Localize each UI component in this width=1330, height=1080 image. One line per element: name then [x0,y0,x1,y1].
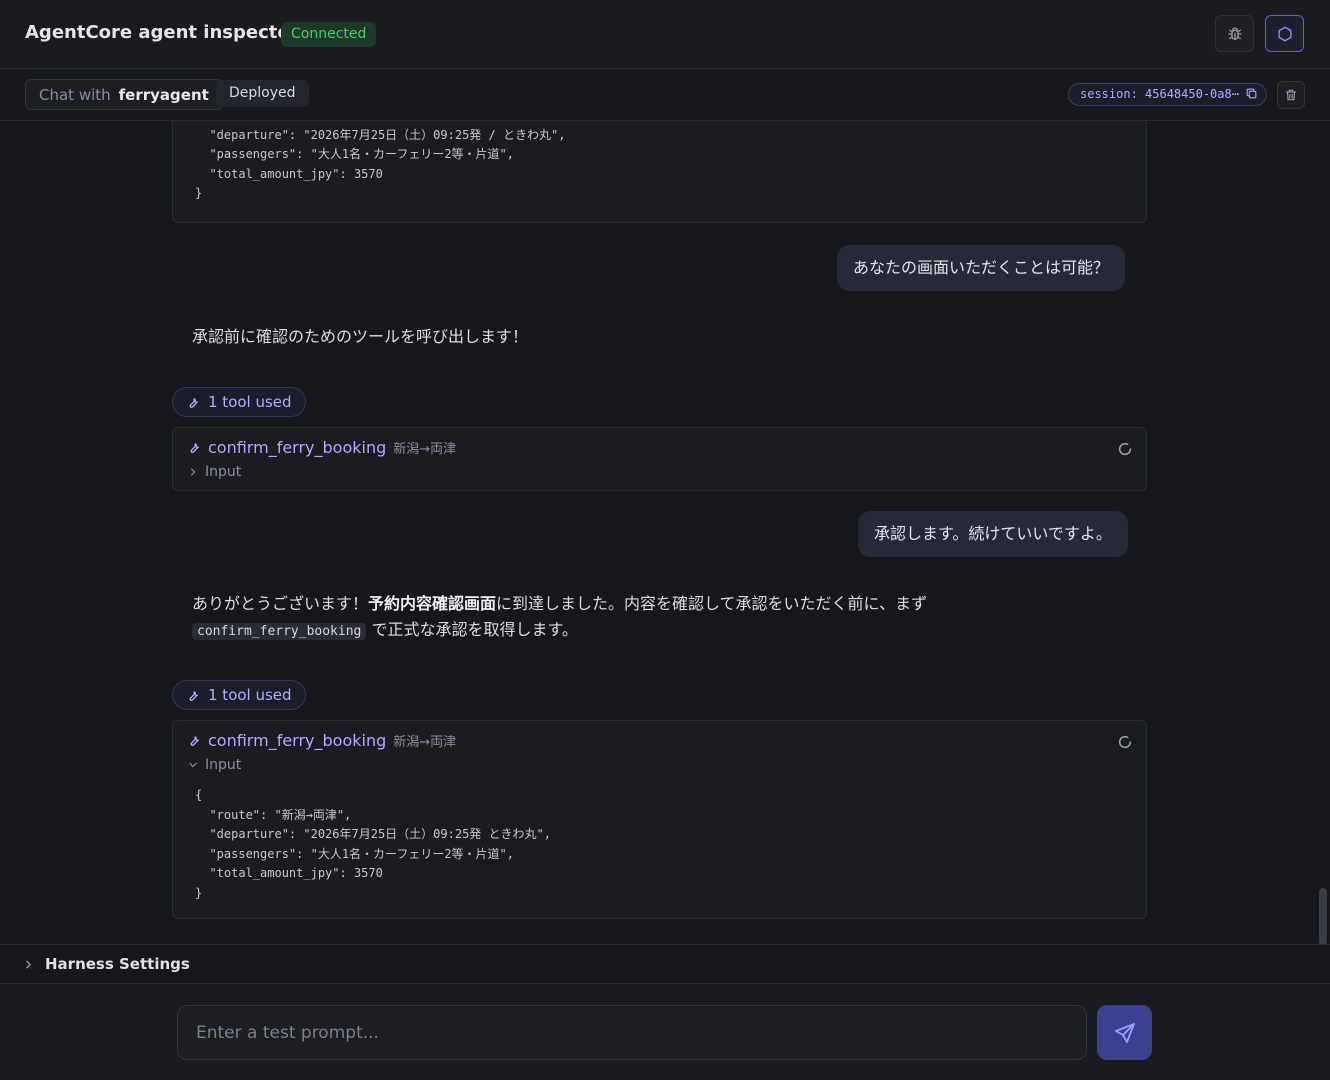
tools-used-label: 1 tool used [208,393,292,411]
clear-session-button[interactable] [1277,81,1305,109]
header: AgentCore agent inspector Connected [0,0,1330,69]
assistant-message: ありがとうございます！予約内容確認画面に到達しました。内容を確認して承認をいただ… [192,591,1012,645]
composer [0,985,1330,1080]
hexagon-icon [1277,26,1292,41]
chat-transcript: "route": "新潟→両津", "departure": "2026年7月2… [0,121,1330,944]
send-button[interactable] [1097,1005,1152,1060]
tool-route: 新潟→両津 [393,735,457,750]
chat-scrollbar[interactable] [1319,888,1327,944]
chat-toolbar: Chat with ferryagent Deployed session: 4… [0,69,1330,121]
tool-route: 新潟→両津 [393,442,457,457]
wrench-icon [189,690,198,701]
harness-settings-label: Harness Settings [45,955,190,973]
debug-button[interactable] [1215,15,1254,52]
tool-input-label: Input [205,757,242,773]
agent-selector[interactable]: Chat with ferryagent [25,79,223,110]
tool-name: confirm_ferry_booking [208,731,387,750]
prompt-input[interactable] [177,1005,1087,1060]
tools-used-toggle[interactable]: 1 tool used [172,680,306,710]
agent-name: ferryagent [118,85,209,104]
chevron-right-icon [26,960,32,968]
tool-input-toggle[interactable]: Input [187,757,241,773]
assistant-message: 承認前に確認のためのツールを呼び出します！ [192,327,529,346]
tools-used-toggle[interactable]: 1 tool used [172,387,306,417]
agent-panel-button[interactable] [1265,15,1304,52]
chat-with-label: Chat with [39,85,111,104]
wrench-icon [190,736,199,746]
chevron-right-icon [190,468,196,476]
trash-icon [1285,89,1297,101]
wrench-icon [190,443,199,453]
user-message: 承認します。続けていいですよ。 [858,511,1128,557]
tool-input-label: Input [205,464,242,480]
assistant-text-bold: 予約内容確認画面 [368,594,497,613]
assistant-text-part: に到達しました。内容を確認して承認をいただく前に、まず [496,594,928,613]
assistant-text-part: で正式な承認を取得します。 [371,620,578,639]
chevron-down-icon [189,762,197,768]
session-id-chip[interactable]: session: 45648450-0a8⋯ [1068,83,1267,106]
previous-tool-input: "route": "新潟→両津", "departure": "2026年7月2… [172,121,1147,223]
tool-input-toggle[interactable]: Input [187,464,241,480]
assistant-text-part: ありがとうございます！ [192,594,369,613]
tools-used-label: 1 tool used [208,686,292,704]
copy-icon[interactable] [1245,87,1258,100]
session-id-text: session: 45648450-0a8⋯ [1080,87,1239,101]
user-message: あなたの画面いただくことは可能？ [837,245,1126,291]
harness-settings-toggle[interactable]: Harness Settings [0,944,1330,984]
loading-spinner-icon [1118,735,1132,749]
bug-icon [1227,26,1242,40]
tool-name: confirm_ferry_booking [208,438,387,457]
tool-call-card: confirm_ferry_booking 新潟→両津 Input [172,427,1147,491]
send-icon [1114,1022,1135,1043]
tool-input-json: { "route": "新潟→両津", "departure": "2026年7… [195,788,551,900]
previous-tool-input-json: "route": "新潟→両津", "departure": "2026年7月2… [195,121,566,200]
connection-status-badge: Connected [281,22,377,47]
app-title: AgentCore agent inspector [25,22,299,43]
wrench-icon [189,397,198,408]
inline-code: confirm_ferry_booking [192,623,367,640]
deployed-badge: Deployed [216,80,309,107]
tool-call-card: confirm_ferry_booking 新潟→両津 Input { "rou… [172,720,1147,919]
loading-spinner-icon [1118,442,1132,456]
